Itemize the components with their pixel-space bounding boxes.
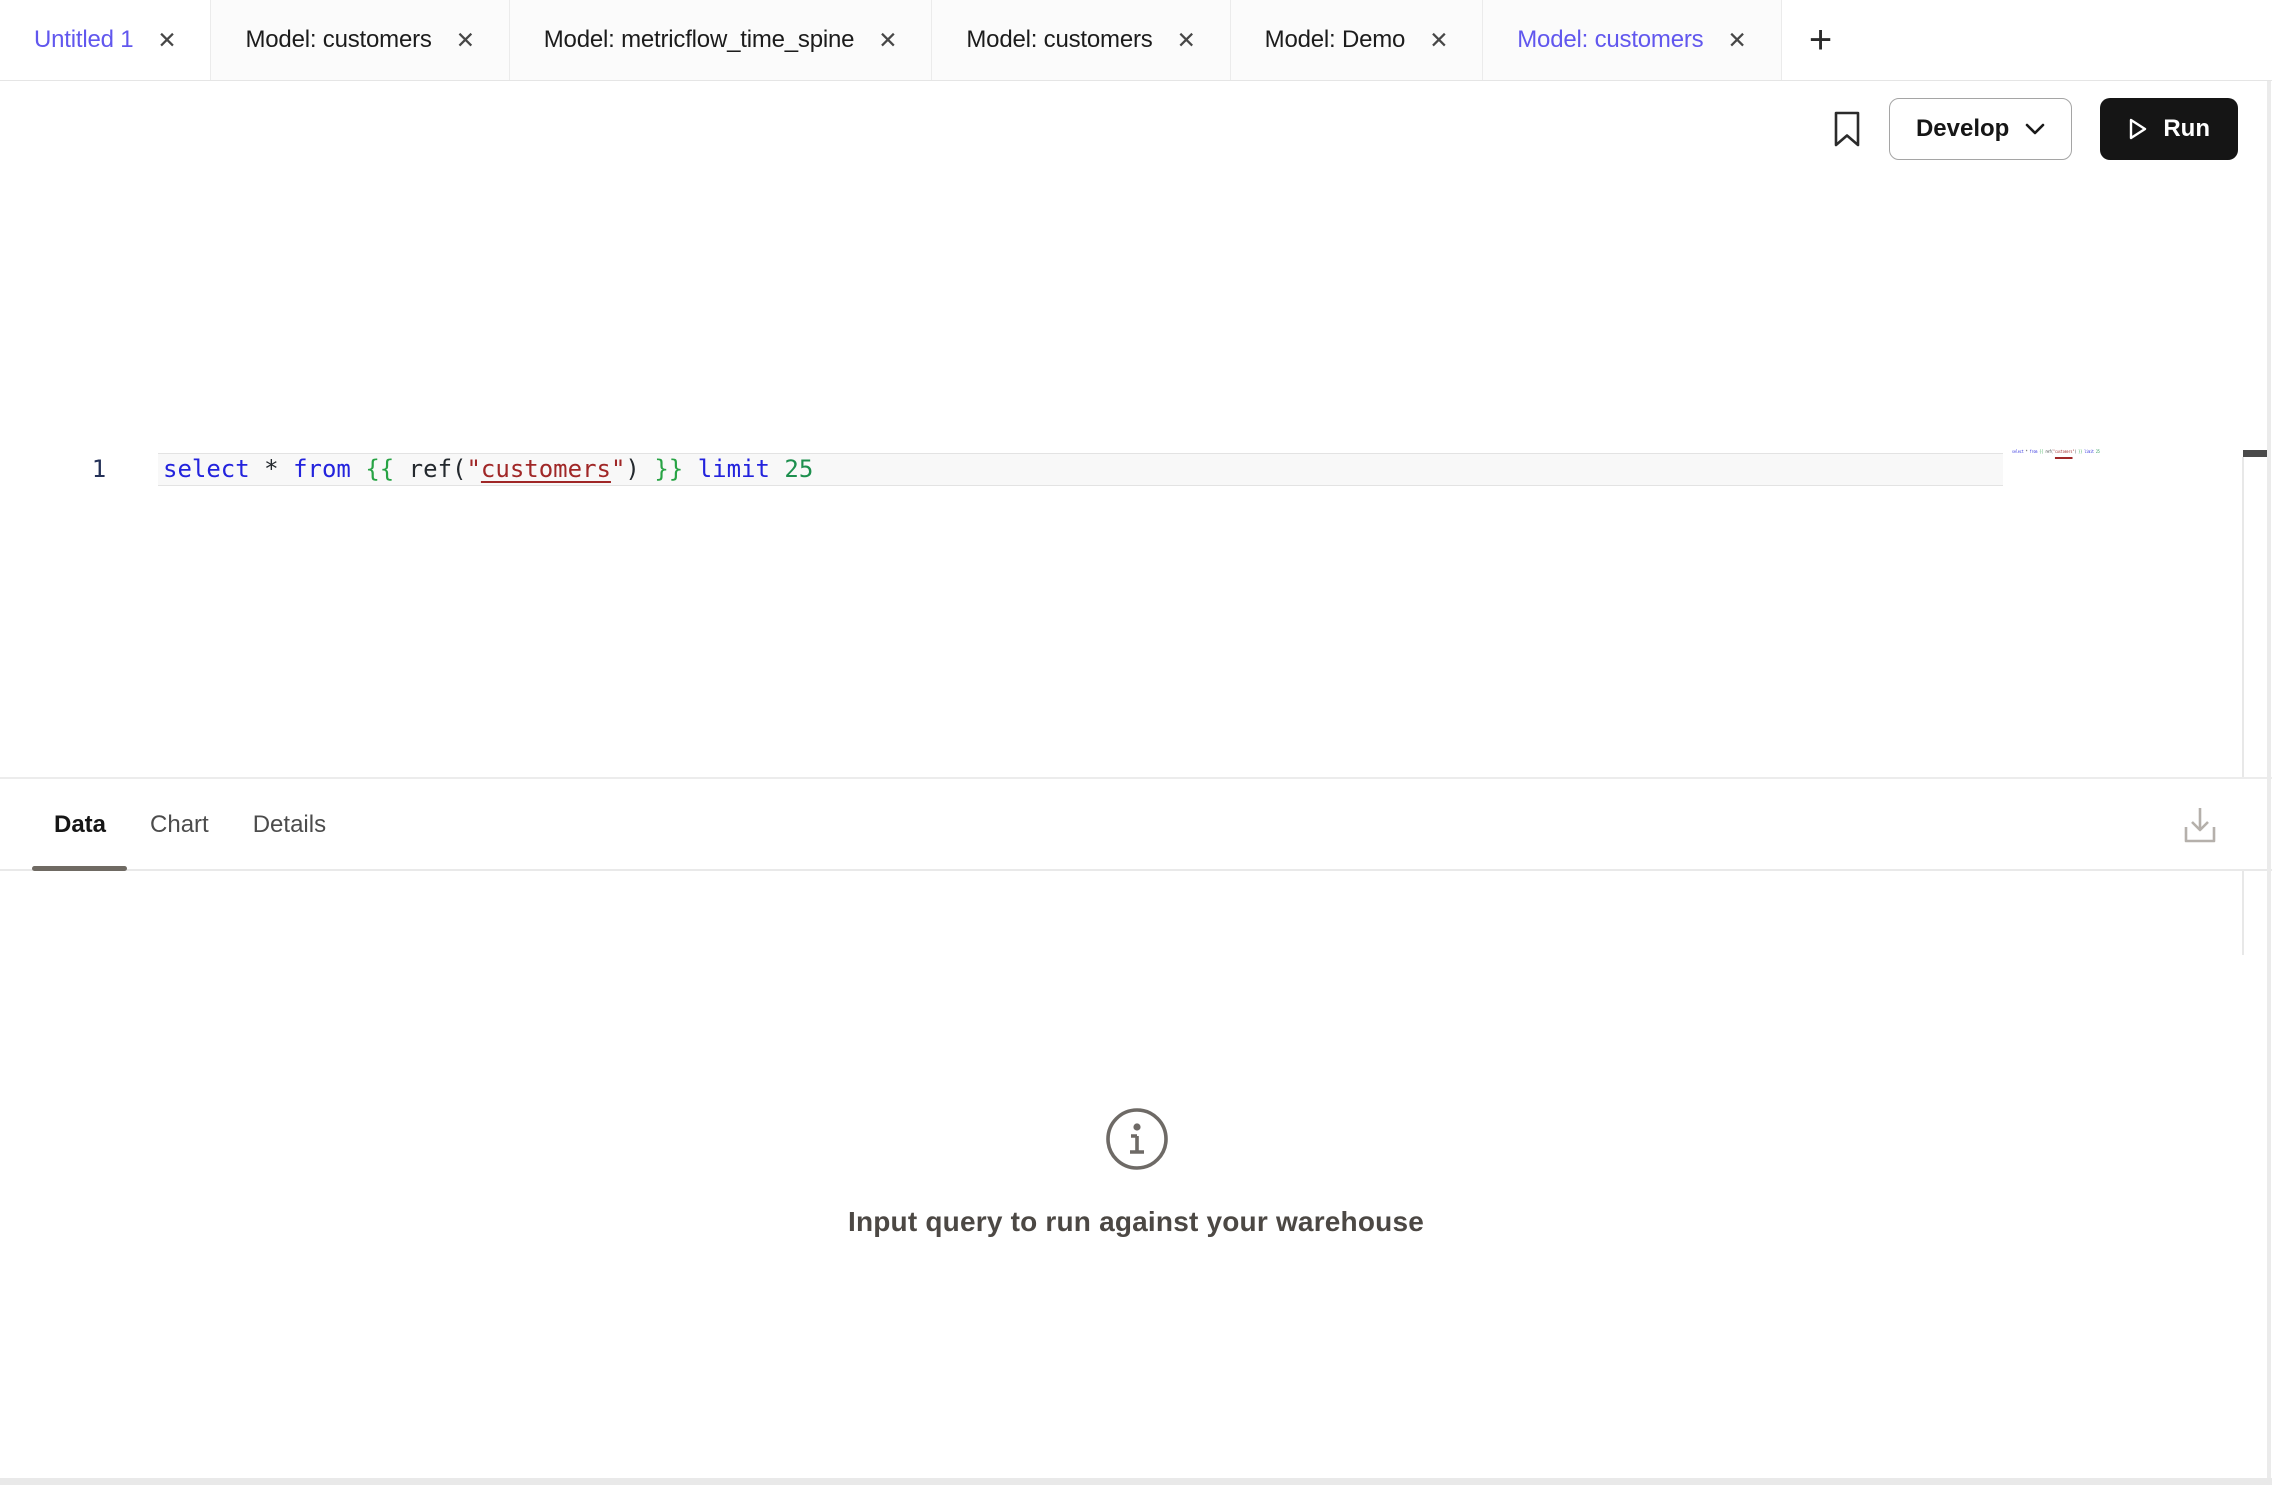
editor-tab-bar: Untitled 1 ✕ Model: customers ✕ Model: m… xyxy=(0,0,2272,81)
code-token: " xyxy=(466,455,480,483)
tab-label: Untitled 1 xyxy=(34,26,133,54)
run-label: Run xyxy=(2163,115,2210,143)
code-line-text: select * from {{ ref("customers") }} lim… xyxy=(163,454,813,485)
sql-editor[interactable]: 1 select * from {{ ref("customers") }} l… xyxy=(0,178,2272,777)
tab-label: Model: customers xyxy=(966,26,1152,54)
toolbar: Develop Run xyxy=(0,81,2272,177)
active-tab-underline xyxy=(32,866,127,871)
plus-icon: + xyxy=(1809,18,1832,63)
results-tab-bar: Data Chart Details xyxy=(0,779,2272,870)
close-icon[interactable]: ✕ xyxy=(1429,29,1448,52)
editor-minimap: select * from {{ ref("customers") }} lim… xyxy=(2012,448,2100,462)
download-icon[interactable] xyxy=(2181,804,2219,851)
close-icon[interactable]: ✕ xyxy=(157,29,176,52)
close-icon[interactable]: ✕ xyxy=(1727,29,1746,52)
play-icon xyxy=(2128,117,2148,141)
tab-label: Model: customers xyxy=(245,26,431,54)
tab-details[interactable]: Details xyxy=(253,811,326,839)
close-icon[interactable]: ✕ xyxy=(878,29,897,52)
tab-label: Model: customers xyxy=(1517,26,1703,54)
code-token-ref-link[interactable]: customers xyxy=(481,455,611,483)
tab-label: Model: metricflow_time_spine xyxy=(544,26,855,54)
code-token: from xyxy=(293,455,351,483)
editor-scrollbar-track xyxy=(2242,457,2244,955)
run-button[interactable]: Run xyxy=(2100,98,2238,160)
bottom-panel-edge xyxy=(0,1478,2272,1485)
develop-button[interactable]: Develop xyxy=(1889,98,2072,160)
code-token: ) xyxy=(625,455,654,483)
tab-model-customers-2[interactable]: Model: customers ✕ xyxy=(932,0,1230,80)
editor-scrollbar-thumb[interactable] xyxy=(2243,450,2267,457)
new-tab-button[interactable]: + xyxy=(1782,0,1860,80)
code-token: }} xyxy=(654,455,683,483)
tab-model-demo[interactable]: Model: Demo ✕ xyxy=(1231,0,1484,80)
close-icon[interactable]: ✕ xyxy=(456,29,475,52)
line-number: 1 xyxy=(82,453,116,486)
tab-chart[interactable]: Chart xyxy=(150,811,209,839)
close-icon[interactable]: ✕ xyxy=(1177,29,1196,52)
window-right-border xyxy=(2267,81,2271,1478)
tab-model-metricflow-time-spine[interactable]: Model: metricflow_time_spine ✕ xyxy=(510,0,933,80)
code-token: " xyxy=(611,455,625,483)
code-token: 25 xyxy=(784,455,813,483)
code-token xyxy=(683,455,697,483)
code-token: limit xyxy=(698,455,770,483)
tab-model-customers-1[interactable]: Model: customers ✕ xyxy=(211,0,509,80)
code-token xyxy=(351,455,365,483)
bookmark-icon[interactable] xyxy=(1833,110,1861,148)
info-icon xyxy=(1104,1106,1170,1177)
code-token: select xyxy=(163,455,250,483)
develop-label: Develop xyxy=(1916,115,2009,143)
results-tab-border xyxy=(0,869,2272,871)
code-token: ref( xyxy=(394,455,466,483)
tab-untitled-1[interactable]: Untitled 1 ✕ xyxy=(0,0,211,80)
ide-window: Untitled 1 ✕ Model: customers ✕ Model: m… xyxy=(0,0,2272,1486)
active-code-line[interactable]: select * from {{ ref("customers") }} lim… xyxy=(158,453,2003,486)
chevron-down-icon xyxy=(2025,123,2045,135)
empty-state-message: Input query to run against your warehous… xyxy=(0,1206,2272,1238)
code-token xyxy=(770,455,784,483)
tab-label: Model: Demo xyxy=(1265,26,1406,54)
code-token: {{ xyxy=(365,455,394,483)
tab-model-customers-3[interactable]: Model: customers ✕ xyxy=(1483,0,1781,80)
code-token: * xyxy=(250,455,293,483)
tab-data[interactable]: Data xyxy=(54,811,106,839)
